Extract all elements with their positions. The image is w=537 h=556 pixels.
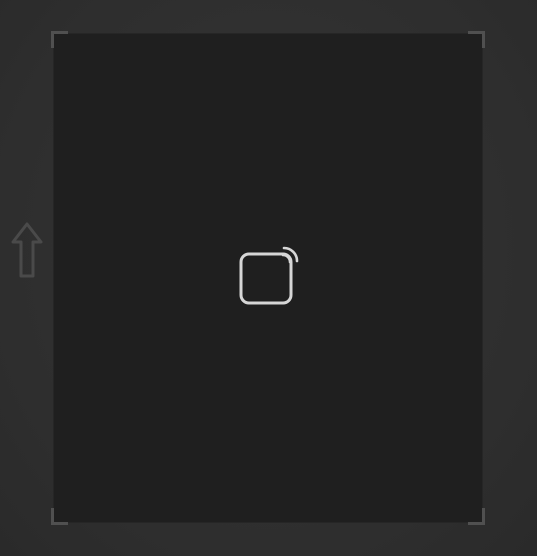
media-panel [51, 31, 485, 525]
up-arrow-icon [11, 222, 43, 278]
up-arrow-button[interactable] [11, 221, 43, 279]
corner-marker-bottom-left [51, 508, 68, 525]
corner-marker-top-left [51, 31, 68, 48]
corner-marker-bottom-right [468, 508, 485, 525]
viewer-stage [0, 0, 537, 556]
corner-marker-top-right [468, 31, 485, 48]
cast-icon [239, 246, 299, 305]
cast-button[interactable] [238, 245, 300, 307]
